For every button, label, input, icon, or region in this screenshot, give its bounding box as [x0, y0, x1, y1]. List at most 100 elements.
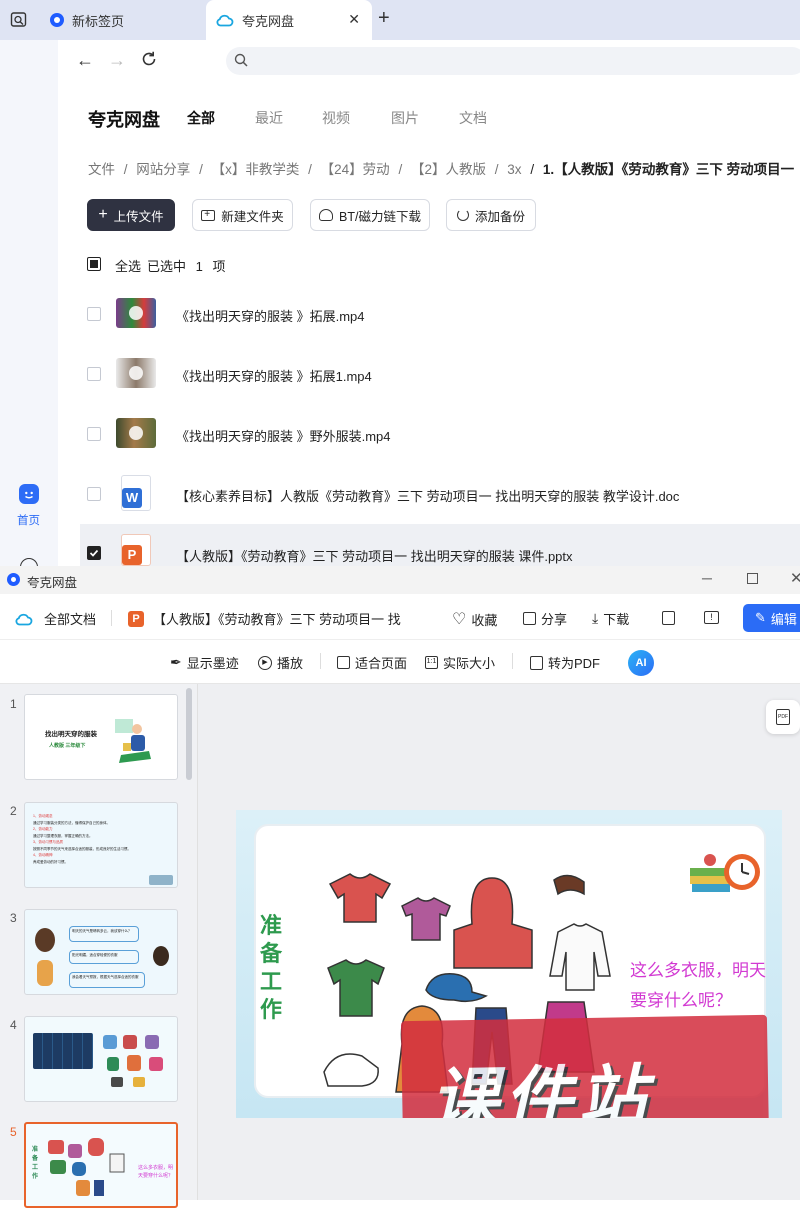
slide-number: 4 [10, 1018, 17, 1032]
breadcrumb-item[interactable]: 【24】劳动 [321, 162, 390, 177]
export-icon[interactable] [662, 611, 675, 625]
video-thumbnail [116, 418, 156, 448]
play-button[interactable]: ▶ 播放 [258, 653, 303, 672]
clothes-illustration [46, 1136, 136, 1200]
share-label: 分享 [541, 612, 568, 627]
file-name[interactable]: 【核心素养目标】人教版《劳动教育》三下 劳动项目一 找出明天穿的服装 教学设计.… [176, 486, 679, 505]
show-ink-button[interactable]: ✒ 显示墨迹 [170, 653, 239, 672]
slide-thumbnail[interactable] [24, 1016, 178, 1102]
home-label[interactable]: 首页 [17, 512, 40, 528]
upload-button[interactable]: + 上传文件 [87, 199, 175, 231]
feedback-icon[interactable]: ! [704, 611, 719, 624]
file-checkbox-checked[interactable] [87, 546, 101, 560]
download-button[interactable]: ⤓ 下载 [592, 609, 629, 628]
fit-page-button[interactable]: 适合页面 [337, 653, 407, 672]
show-ink-label: 显示墨迹 [186, 656, 239, 671]
tab-image[interactable]: 图片 [391, 108, 419, 128]
edit-button[interactable]: ✎ 编辑 [743, 604, 800, 632]
download-icon: ⤓ [592, 610, 599, 626]
download-label: 下载 [603, 612, 630, 627]
word-doc-icon: W [121, 475, 151, 511]
edit-label: 编辑 [770, 611, 797, 627]
bt-download-button[interactable]: BT/磁力链下载 [310, 199, 430, 231]
slide-side-text: 准备工作 [32, 1147, 39, 1180]
to-pdf-button[interactable]: 转为PDF [530, 653, 600, 672]
tab-search-icon[interactable] [10, 11, 28, 29]
watermark-text: 课件站 [429, 1058, 653, 1118]
video-thumbnail [116, 298, 156, 328]
tab-quark-drive[interactable]: 夸克网盘 ✕ [206, 0, 372, 40]
new-folder-button[interactable]: + 新建文件夹 [192, 199, 293, 231]
pdf-export-icon[interactable]: PDF [766, 700, 800, 734]
video-thumbnail [116, 358, 156, 388]
minimize-icon[interactable]: ─ [702, 570, 712, 586]
feather-icon: ✒ [170, 654, 182, 670]
maximize-icon[interactable] [747, 573, 758, 584]
refresh-icon[interactable] [140, 50, 158, 73]
tab-new-tab[interactable]: 新标签页 [40, 0, 206, 40]
scrollbar-thumb[interactable] [186, 688, 192, 780]
play-label: 播放 [277, 656, 304, 671]
file-checkbox[interactable] [87, 487, 101, 501]
slide-thumbnail[interactable]: 找出明天穿的服装 人教版 三年级下 [24, 694, 178, 780]
share-button[interactable]: 分享 [523, 609, 567, 628]
person-illustration [111, 715, 157, 767]
sync-icon [456, 209, 469, 221]
select-all-label[interactable]: 全选 [115, 256, 141, 275]
backup-label: 添加备份 [474, 209, 525, 224]
breadcrumb-item[interactable]: 【2】人教版 [411, 162, 486, 177]
breadcrumb-item[interactable]: 3x [507, 162, 521, 177]
selected-count: 已选中 1 项 [147, 256, 226, 275]
select-all-checkbox[interactable] [87, 257, 101, 271]
browser-tab-bar: 新标签页 夸克网盘 ✕ + [0, 0, 800, 40]
pdf-icon [530, 655, 543, 670]
slide-thumbnail[interactable]: 1、劳动观念 通过学习服装分类的方法，懂得保护自己的身体。 2、劳动能力 通过学… [24, 802, 178, 888]
file-name[interactable]: 【人教版】《劳动教育》三下 劳动项目一 找出明天穿的服装 课件.pptx [176, 546, 573, 565]
file-checkbox[interactable] [87, 427, 101, 441]
tab-document[interactable]: 文档 [459, 108, 487, 128]
slide-number: 3 [10, 911, 17, 925]
slide-number-current: 5 [10, 1125, 17, 1139]
close-icon[interactable]: ✕ [348, 11, 360, 28]
slide-line: 养成爱劳动的好习惯。 [33, 859, 68, 864]
file-name[interactable]: 《找出明天穿的服装 》野外服装.mp4 [176, 426, 391, 445]
forward-icon[interactable]: → [108, 50, 126, 71]
back-icon[interactable]: ← [76, 50, 94, 71]
viewer-title-bar: 夸克网盘 ─ ✕ [0, 566, 800, 594]
new-tab-button[interactable]: + [378, 7, 390, 30]
ai-assistant-button[interactable]: AI [628, 650, 654, 676]
clock-books-illustration [690, 854, 760, 892]
selected-prefix: 已选中 [147, 259, 187, 274]
play-icon: ▶ [258, 655, 272, 670]
tab-video[interactable]: 视频 [322, 108, 350, 128]
address-bar[interactable] [226, 47, 800, 75]
close-icon[interactable]: ✕ [790, 569, 800, 587]
breadcrumb-item[interactable]: 文件 [88, 162, 115, 177]
file-checkbox[interactable] [87, 307, 101, 321]
breadcrumb-item[interactable]: 【x】非教学类 [212, 162, 300, 177]
favorite-button[interactable]: ♡ 收藏 [452, 609, 497, 629]
doc-title: P 【人教版】《劳动教育》三下 劳动项目一 找 [128, 609, 401, 628]
upload-label: 上传文件 [113, 209, 164, 224]
all-docs-label: 全部文档 [44, 612, 97, 627]
bt-label: BT/磁力链下载 [339, 209, 421, 224]
breadcrumb-item[interactable]: 网站分享 [136, 162, 190, 177]
home-icon[interactable] [19, 484, 39, 504]
divider [320, 653, 321, 669]
heart-icon: ♡ [452, 611, 467, 628]
selected-number: 1 [195, 259, 203, 274]
tab-all[interactable]: 全部 [187, 108, 215, 128]
file-name[interactable]: 《找出明天穿的服装 》拓展1.mp4 [176, 366, 372, 385]
tab-recent[interactable]: 最近 [255, 108, 283, 128]
fit-page-label: 适合页面 [355, 656, 408, 671]
new-folder-label: 新建文件夹 [221, 209, 284, 224]
file-name[interactable]: 《找出明天穿的服装 》拓展.mp4 [176, 306, 365, 325]
file-checkbox[interactable] [87, 367, 101, 381]
doc-title-text: 【人教版】《劳动教育》三下 劳动项目一 找 [153, 612, 401, 627]
add-backup-button[interactable]: 添加备份 [446, 199, 536, 231]
all-docs-button[interactable]: 全部文档 [15, 609, 96, 628]
book-illustration [149, 875, 173, 885]
slide-thumbnail-current[interactable]: 准备工作 这么多衣服，明天要穿什么呢？ [24, 1122, 178, 1208]
slide-thumbnail[interactable]: 明天的天气是晴转多云，我该穿什么？ 阳光明媚，适合穿轻便的衣服 我会看天气预报，… [24, 909, 178, 995]
actual-size-button[interactable]: 1:1 实际大小 [425, 653, 495, 672]
